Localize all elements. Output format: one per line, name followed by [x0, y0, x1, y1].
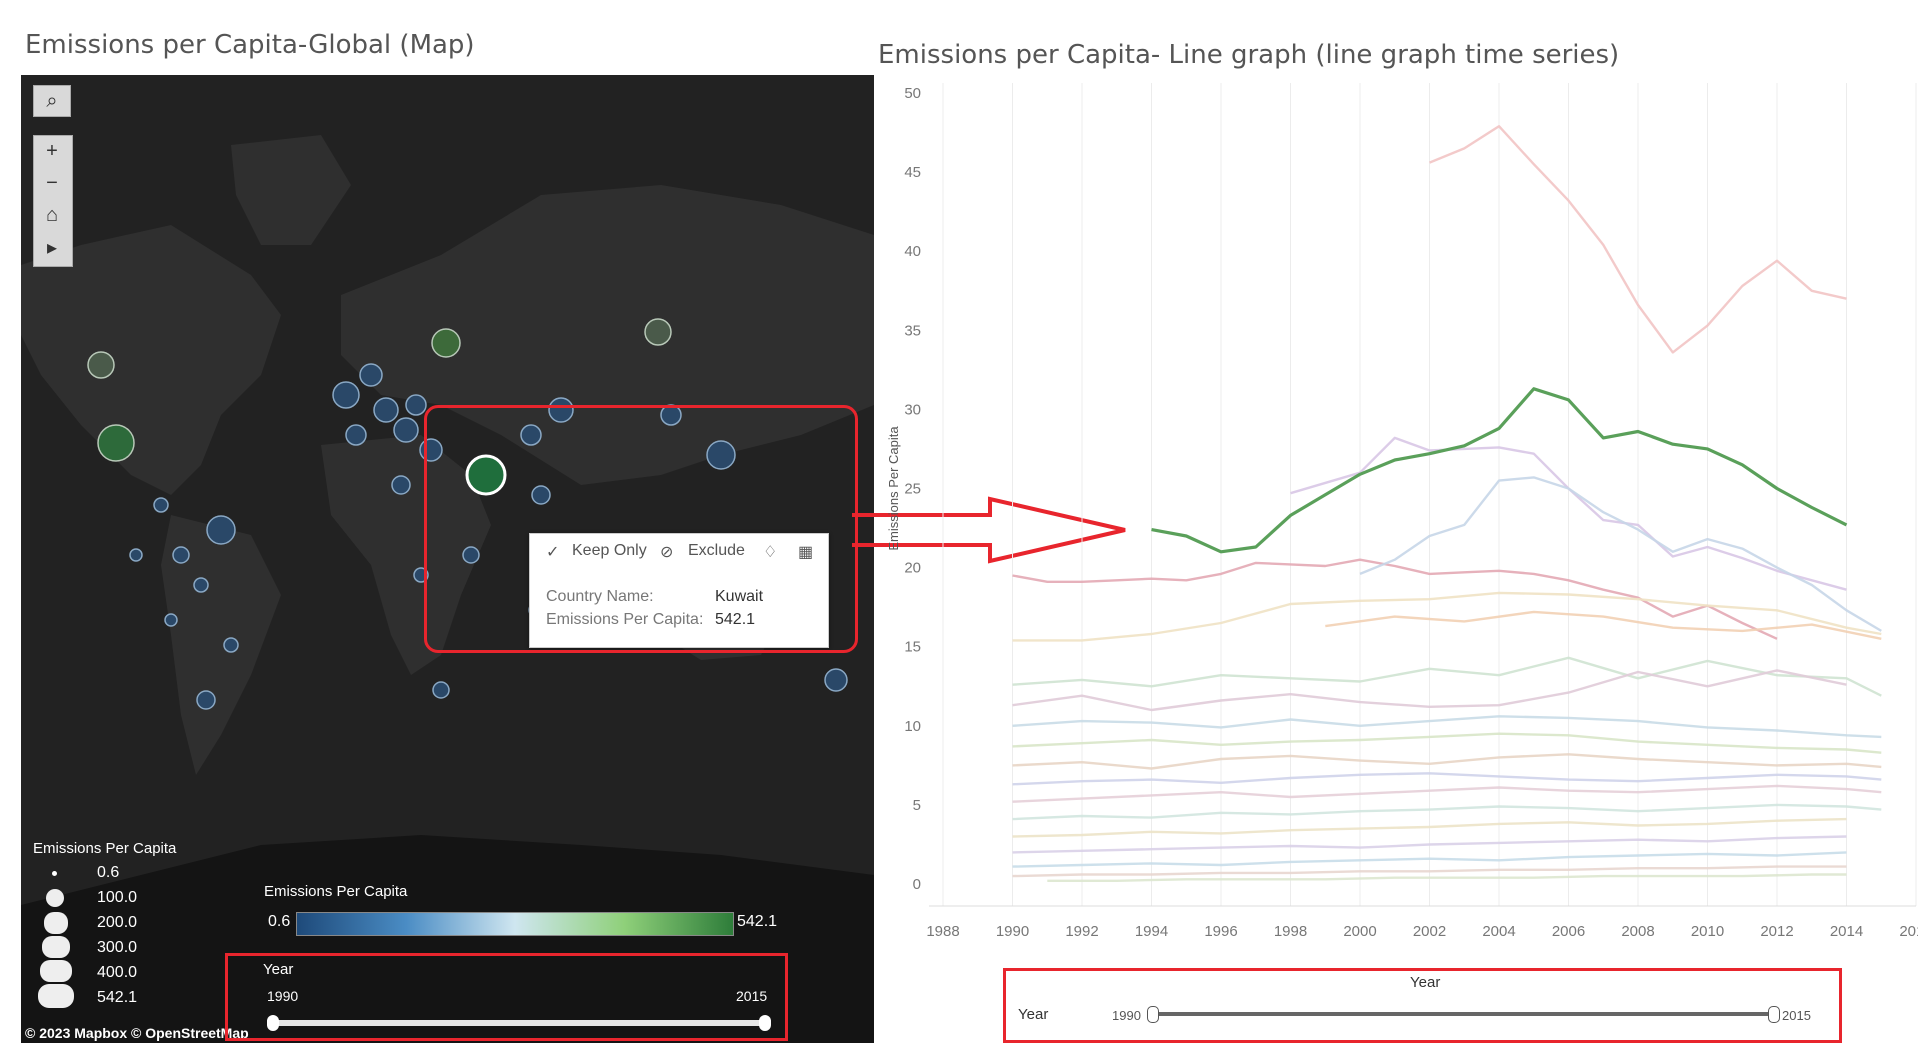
play-icon[interactable]: ▸	[34, 232, 70, 262]
y-tick-label: 35	[904, 322, 921, 339]
y-tick-label: 5	[913, 797, 921, 814]
home-icon[interactable]: ⌂	[34, 200, 70, 230]
series-line	[1359, 476, 1882, 632]
series-line	[1047, 873, 1847, 882]
x-tick-label: 2002	[1413, 923, 1446, 940]
size-legend-item: 400.0	[97, 964, 138, 981]
zoom-out-icon[interactable]: −	[34, 168, 70, 198]
map-year-filter-highlight-box	[225, 953, 788, 1041]
size-dot	[44, 912, 68, 934]
y-tick-label: 25	[904, 481, 921, 498]
series-line	[1012, 803, 1882, 821]
x-tick-label: 1998	[1274, 923, 1307, 940]
x-tick-label: 2006	[1552, 923, 1585, 940]
chart-title: Emissions per Capita- Line graph (line g…	[878, 40, 1620, 70]
y-tick-label: 10	[904, 718, 921, 735]
series-line	[1012, 753, 1882, 770]
x-tick-label: 2014	[1830, 923, 1863, 940]
color-legend-min: 0.6	[268, 913, 291, 930]
size-dot	[40, 960, 72, 982]
color-legend-max: 542.1	[737, 913, 778, 930]
size-legend-item: 300.0	[97, 939, 138, 956]
size-dot	[38, 984, 74, 1008]
chart-year-filter-end: 2015	[1782, 1008, 1811, 1023]
map-attribution: © 2023 Mapbox © OpenStreetMap	[25, 1025, 249, 1041]
size-legend-item: 542.1	[97, 989, 138, 1006]
x-tick-label: 2012	[1760, 923, 1793, 940]
series-line	[1012, 715, 1882, 739]
size-dot	[52, 871, 57, 876]
size-dot	[42, 936, 70, 958]
map-toolbar: + − ⌂ ▸	[33, 135, 73, 267]
chart-year-slider-start-handle[interactable]	[1147, 1006, 1159, 1023]
series-line	[1012, 772, 1882, 786]
series-line	[1012, 591, 1882, 642]
size-legend-title: Emissions Per Capita	[33, 840, 177, 857]
chart-year-filter-start: 1990	[1112, 1008, 1141, 1023]
map-title: Emissions per Capita-Global (Map)	[25, 30, 475, 60]
chart-year-slider-track[interactable]	[1150, 1012, 1776, 1016]
x-tick-label: 2016	[1899, 923, 1918, 940]
y-tick-label: 30	[904, 401, 921, 418]
chart-year-slider-end-handle[interactable]	[1768, 1006, 1780, 1023]
chart-year-filter-label: Year	[1018, 1006, 1049, 1023]
series-line	[1012, 732, 1882, 754]
x-tick-label: 2010	[1691, 923, 1724, 940]
x-tick-label: 2004	[1482, 923, 1515, 940]
size-legend-item: 0.6	[97, 864, 120, 881]
line-chart[interactable]: 0 5 10 15 20 25 30 35 40 45 50 1988 1990 1992 1994 1996…	[876, 75, 1918, 975]
x-tick-label: 2000	[1343, 923, 1376, 940]
search-icon[interactable]: ⌕	[33, 85, 71, 117]
y-axis-title: Emissions Per Capita	[886, 426, 901, 551]
zoom-in-icon[interactable]: +	[34, 136, 70, 166]
x-tick-label: 1996	[1204, 923, 1237, 940]
y-tick-label: 0	[913, 876, 921, 893]
x-tick-label: 1988	[926, 923, 959, 940]
y-tick-label: 20	[904, 560, 921, 577]
size-legend-item: 100.0	[97, 889, 138, 906]
color-legend-bar	[296, 912, 734, 936]
y-tick-label: 45	[904, 164, 921, 181]
y-tick-label: 40	[904, 243, 921, 260]
size-dot	[46, 889, 64, 907]
x-tick-label: 1990	[996, 923, 1029, 940]
y-tick-label: 15	[904, 639, 921, 656]
y-tick-label: 50	[904, 85, 921, 102]
x-tick-label: 2008	[1621, 923, 1654, 940]
x-tick-label: 1992	[1065, 923, 1098, 940]
size-legend-item: 200.0	[97, 914, 138, 931]
tooltip-highlight-box	[424, 405, 858, 653]
series-line	[1012, 784, 1882, 803]
color-legend-title: Emissions Per Capita	[264, 883, 408, 900]
x-tick-label: 1994	[1135, 923, 1168, 940]
chart-year-filter-title: Year	[1410, 974, 1441, 991]
